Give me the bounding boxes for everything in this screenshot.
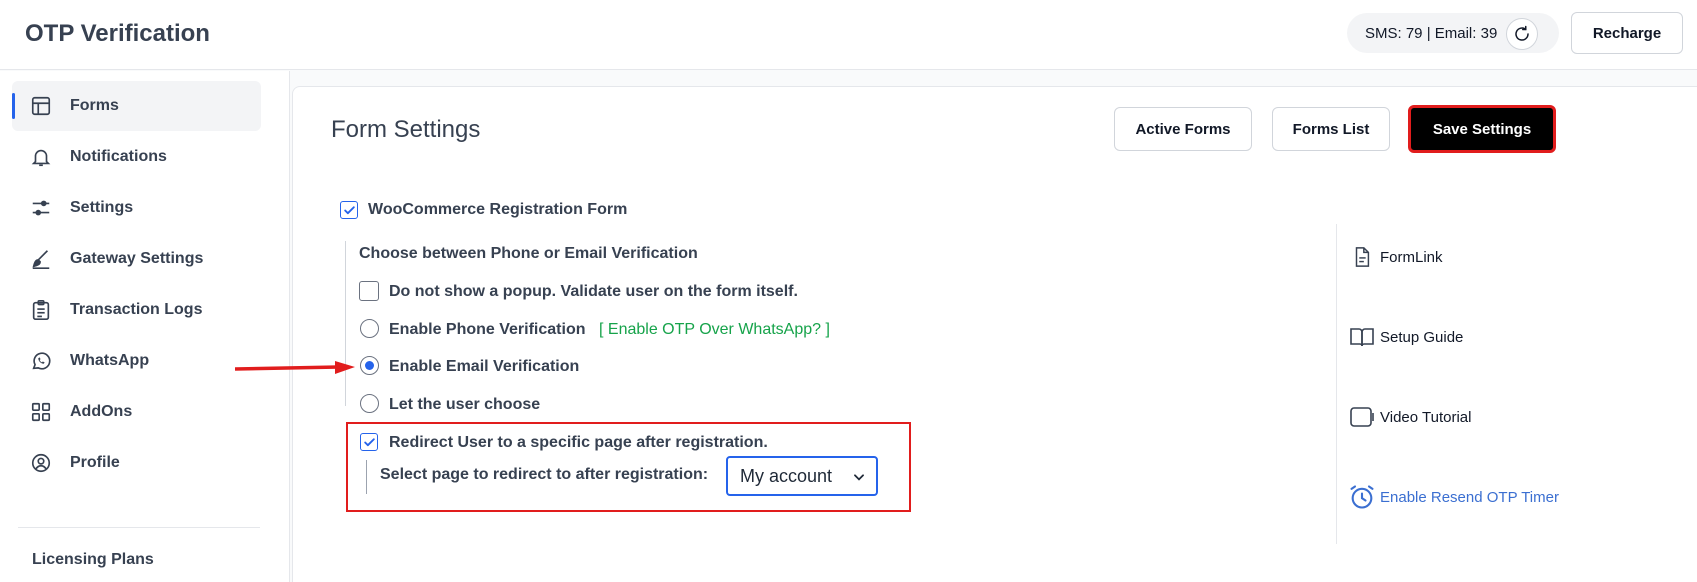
verification-choice-heading: Choose between Phone or Email Verificati… (359, 245, 698, 262)
redirect-page-value: My account (740, 465, 833, 486)
whatsapp-icon (28, 348, 54, 374)
layout-icon (28, 93, 54, 119)
options-indent-line (345, 241, 346, 406)
sidebar-item-label: Gateway Settings (70, 250, 204, 267)
annotation-arrow-icon (235, 361, 355, 374)
redirect-indent-line (366, 460, 367, 494)
sidebar-item-label: Forms (70, 97, 119, 114)
redirect-checkbox[interactable] (360, 433, 378, 451)
sidebar-item-whatsapp[interactable]: WhatsApp (12, 336, 261, 386)
open-book-icon (1348, 323, 1376, 351)
redirect-page-select[interactable]: My account (726, 456, 878, 496)
alarm-clock-icon (1348, 483, 1376, 511)
sidebar-item-profile[interactable]: Profile (12, 438, 261, 488)
clipboard-list-icon (28, 297, 54, 323)
user-choose-radio[interactable] (360, 394, 379, 413)
chevron-down-icon (854, 474, 864, 481)
sidebar-item-label: Transaction Logs (70, 301, 203, 318)
phone-verification-label: Enable Phone Verification (389, 321, 586, 338)
sidebar-item-label: Profile (70, 454, 120, 471)
formlink-label: FormLink (1380, 248, 1443, 266)
forms-list-button[interactable]: Forms List (1272, 107, 1390, 151)
app-title: OTP Verification (25, 20, 210, 47)
top-bar: OTP Verification SMS: 79 | Email: 39 Rec… (0, 0, 1697, 70)
sidebar-item-label: AddOns (70, 403, 133, 420)
redirect-select-label: Select page to redirect to after registr… (380, 466, 709, 483)
sidebar-item-notifications[interactable]: Notifications (12, 132, 261, 182)
check-icon (343, 205, 355, 214)
sliders-icon (28, 195, 54, 221)
bell-icon (28, 144, 54, 170)
sidebar-item-forms[interactable]: Forms (12, 81, 261, 131)
email-verification-radio[interactable] (360, 356, 379, 375)
sidebar-item-settings[interactable]: Settings (12, 183, 261, 233)
recharge-button[interactable]: Recharge (1571, 12, 1683, 54)
video-tutorial-link[interactable]: Video Tutorial (1348, 403, 1471, 431)
sidebar: Forms Notifications Settings Gateway Set… (0, 71, 290, 582)
page-title: Form Settings (331, 116, 481, 143)
sidebar-divider (18, 527, 260, 528)
woocommerce-form-label: WooCommerce Registration Form (368, 201, 628, 218)
active-forms-button[interactable]: Active Forms (1114, 107, 1252, 151)
resend-otp-timer-label: Enable Resend OTP Timer (1380, 488, 1559, 506)
no-popup-label: Do not show a popup. Validate user on th… (389, 283, 798, 300)
phone-verification-radio[interactable] (360, 319, 379, 338)
licensing-plans-link[interactable]: Licensing Plans (32, 551, 154, 569)
setup-guide-link[interactable]: Setup Guide (1348, 323, 1463, 351)
check-icon (363, 437, 375, 446)
sidebar-item-transaction-logs[interactable]: Transaction Logs (12, 285, 261, 335)
enable-resend-otp-timer-link[interactable]: Enable Resend OTP Timer (1348, 483, 1559, 511)
enable-whatsapp-otp-link[interactable]: [ Enable OTP Over WhatsApp? ] (599, 321, 830, 339)
user-circle-icon (28, 450, 54, 476)
no-popup-checkbox[interactable] (359, 281, 379, 301)
woocommerce-form-checkbox[interactable] (340, 201, 358, 219)
right-panel-divider (1336, 224, 1337, 544)
email-verification-label: Enable Email Verification (389, 358, 580, 375)
sidebar-item-addons[interactable]: AddOns (12, 387, 261, 437)
video-tutorial-label: Video Tutorial (1380, 408, 1472, 426)
video-icon (1348, 403, 1376, 431)
document-icon (1348, 243, 1376, 271)
user-choose-label: Let the user choose (389, 396, 541, 413)
setup-guide-label: Setup Guide (1380, 328, 1464, 346)
redirect-label: Redirect User to a specific page after r… (389, 434, 768, 451)
grid-icon (28, 399, 54, 425)
sidebar-item-label: Notifications (70, 148, 167, 165)
formlink-link[interactable]: FormLink (1348, 243, 1443, 271)
credits-text: SMS: 79 | Email: 39 (1365, 24, 1498, 42)
sidebar-item-label: Settings (70, 199, 134, 216)
brush-icon (28, 246, 54, 272)
refresh-icon[interactable] (1506, 18, 1538, 50)
sidebar-item-label: WhatsApp (70, 352, 150, 369)
sidebar-item-gateway-settings[interactable]: Gateway Settings (12, 234, 261, 284)
save-settings-button[interactable]: Save Settings (1408, 105, 1556, 153)
